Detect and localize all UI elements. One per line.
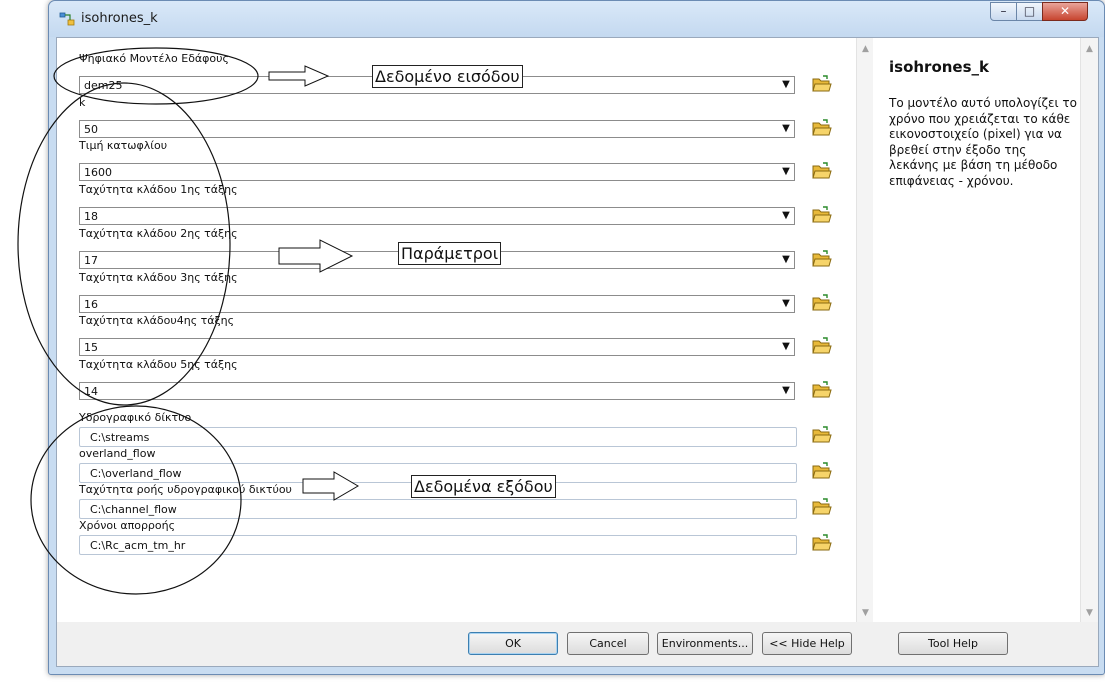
chevron-down-icon[interactable]: ▼ (778, 164, 794, 180)
param-text-field[interactable]: C:\overland_flow (79, 463, 797, 483)
chevron-down-icon[interactable]: ▼ (778, 77, 794, 93)
folder-open-icon[interactable] (812, 206, 832, 224)
folder-open-icon[interactable] (812, 293, 832, 312)
param-label: Ταχύτητα κλάδου 3ης τάξης (79, 270, 238, 284)
button-bar: OK Cancel Environments... << Hide Help T… (57, 622, 1098, 666)
param-label: Ταχύτητα ροής υδρογραφικού δικτύου (79, 483, 292, 496)
param-value: C:\streams (90, 431, 150, 444)
folder-open-icon[interactable] (812, 381, 832, 399)
chevron-down-icon[interactable]: ▼ (778, 252, 794, 268)
scroll-up-icon[interactable]: ▲ (1081, 44, 1098, 54)
param-label: Ψηφιακό Μοντέλο Εδάφους (79, 52, 229, 65)
dialog-window: isohrones_k – □ ✕ Ψηφιακό Μοντέλο Εδάφου… (48, 0, 1105, 675)
param-combo[interactable]: 14 ▼ (79, 381, 795, 400)
scroll-down-icon[interactable]: ▼ (857, 608, 874, 618)
folder-open-icon[interactable] (812, 162, 832, 180)
close-button[interactable]: ✕ (1042, 2, 1088, 21)
folder-open-icon[interactable] (812, 250, 832, 268)
chevron-down-icon[interactable]: ▼ (778, 339, 794, 355)
parameters-scrollbar[interactable]: ▲ ▼ (856, 38, 874, 622)
scroll-down-icon[interactable]: ▼ (1081, 608, 1098, 618)
param-value: dem25 (84, 79, 123, 92)
param-combo[interactable]: 17 ▼ (79, 250, 795, 269)
folder-open-icon[interactable] (812, 498, 832, 516)
help-scrollbar[interactable]: ▲ ▼ (1080, 38, 1098, 622)
param-label: Χρόνοι απορροής (79, 519, 176, 532)
folder-open-icon[interactable] (812, 118, 832, 137)
chevron-down-icon[interactable]: ▼ (778, 208, 794, 224)
param-value: 14 (84, 384, 98, 398)
param-value: 50 (84, 122, 98, 136)
param-label: Ταχύτητα κλάδου 2ης τάξης (79, 226, 238, 240)
param-label: overland_flow (79, 447, 156, 460)
maximize-button[interactable]: □ (1016, 2, 1043, 21)
param-text-field[interactable]: C:\Rc_acm_tm_hr (79, 535, 797, 555)
param-label: Ταχύτητα κλάδου4ης τάξης (79, 314, 235, 328)
param-combo[interactable]: dem25 ▼ (79, 76, 795, 94)
folder-open-icon[interactable] (812, 337, 832, 355)
param-combo[interactable]: 50 ▼ (79, 119, 795, 138)
close-icon: ✕ (1059, 4, 1071, 18)
param-text-field[interactable]: C:\streams (79, 427, 797, 447)
param-value: C:\channel_flow (90, 503, 177, 516)
param-label: Ταχύτητα κλάδου 1ης τάξης (79, 183, 238, 197)
param-label: Ταχύτητα κλάδου 5ης τάξης (79, 357, 238, 371)
minimize-icon: – (1000, 4, 1007, 18)
param-value: 17 (84, 253, 98, 267)
param-value: 15 (84, 341, 98, 355)
tool-help-button[interactable]: Tool Help (898, 632, 1008, 655)
cancel-button[interactable]: Cancel (567, 632, 649, 655)
param-label: Υδρογραφικό δίκτυο (79, 411, 192, 424)
param-value: 1600 (84, 166, 112, 180)
minimize-button[interactable]: – (990, 2, 1017, 21)
folder-open-icon[interactable] (812, 534, 832, 552)
parameters-panel: Ψηφιακό Μοντέλο Εδάφους dem25 ▼ k 50 ▼ Τιμή κα… (57, 38, 874, 622)
param-label: k (79, 95, 86, 109)
folder-open-icon[interactable] (812, 426, 832, 444)
title-bar[interactable]: isohrones_k – □ ✕ (49, 1, 1104, 37)
param-combo[interactable]: 15 ▼ (79, 338, 795, 357)
param-combo[interactable]: 1600 ▼ (79, 163, 795, 182)
param-combo[interactable]: 16 ▼ (79, 294, 795, 313)
ok-button[interactable]: OK (468, 632, 558, 655)
param-value: C:\Rc_acm_tm_hr (90, 539, 186, 552)
param-value: 16 (84, 297, 98, 311)
model-icon (59, 12, 75, 26)
chevron-down-icon[interactable]: ▼ (778, 121, 794, 137)
dialog-client: Ψηφιακό Μοντέλο Εδάφους dem25 ▼ k 50 ▼ Τιμή κα… (56, 37, 1099, 667)
param-text-field[interactable]: C:\channel_flow (79, 499, 797, 519)
param-combo[interactable]: 18 ▼ (79, 207, 795, 226)
help-panel: isohrones_k Το μοντέλο αυτό υπολογίζει τ… (873, 38, 1098, 622)
window-title: isohrones_k (81, 11, 158, 26)
environments-button[interactable]: Environments... (657, 632, 753, 655)
chevron-down-icon[interactable]: ▼ (778, 383, 794, 399)
param-value: 18 (84, 210, 98, 224)
folder-open-icon[interactable] (812, 75, 832, 93)
help-text: Το μοντέλο αυτό υπολογίζει το χρόνο που … (889, 96, 1077, 188)
chevron-down-icon[interactable]: ▼ (778, 296, 794, 312)
folder-open-icon[interactable] (812, 462, 832, 480)
param-label: Τιμή κατωφλίου (79, 139, 168, 153)
maximize-icon: □ (1023, 4, 1036, 18)
param-value: C:\overland_flow (90, 467, 182, 480)
scroll-up-icon[interactable]: ▲ (857, 44, 874, 54)
help-title: isohrones_k (889, 58, 990, 76)
hide-help-button[interactable]: << Hide Help (762, 632, 852, 655)
